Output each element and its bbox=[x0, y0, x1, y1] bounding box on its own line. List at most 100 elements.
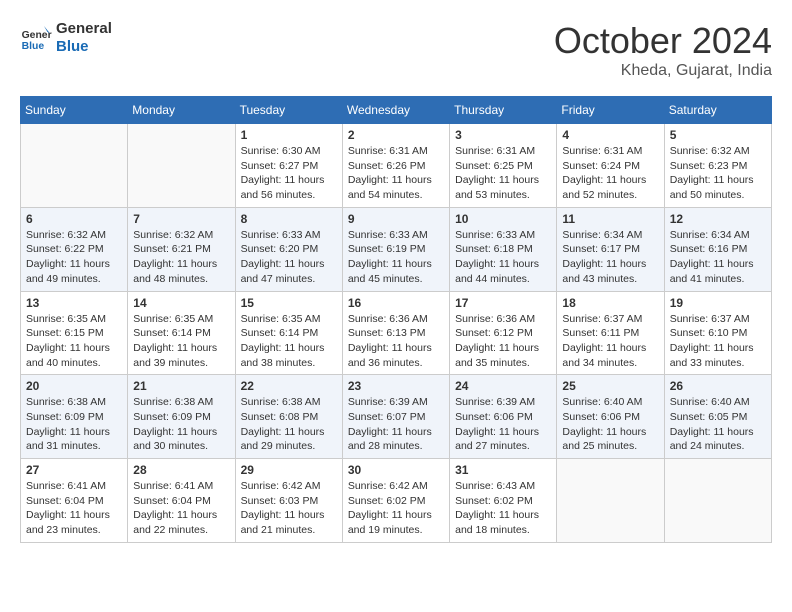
logo-general: General bbox=[56, 20, 112, 38]
calendar-cell: 17Sunrise: 6:36 AMSunset: 6:12 PMDayligh… bbox=[450, 291, 557, 375]
day-number: 7 bbox=[133, 212, 229, 226]
calendar-cell: 11 Sunrise: 6:34 AMSunset: 6:17 PMDayligh… bbox=[557, 207, 664, 291]
day-number: 11 bbox=[562, 212, 658, 226]
day-number: 12 bbox=[670, 212, 766, 226]
day-number: 8 bbox=[241, 212, 337, 226]
calendar-cell: 30 Sunrise: 6:42 AMSunset: 6:02 PMDayligh… bbox=[342, 459, 449, 543]
calendar-cell: 6 Sunrise: 6:32 AMSunset: 6:22 PMDaylight… bbox=[21, 207, 128, 291]
weekday-header-thursday: Thursday bbox=[450, 97, 557, 124]
day-info: Sunrise: 6:31 AMSunset: 6:24 PMDaylight:… bbox=[562, 144, 658, 203]
calendar-cell: 10 Sunrise: 6:33 AMSunset: 6:18 PMDayligh… bbox=[450, 207, 557, 291]
day-info: Sunrise: 6:35 AMSunset: 6:14 PMDaylight:… bbox=[241, 312, 337, 371]
day-number: 27 bbox=[26, 463, 122, 477]
weekday-header-friday: Friday bbox=[557, 97, 664, 124]
weekday-header-sunday: Sunday bbox=[21, 97, 128, 124]
week-row-1: 1 Sunrise: 6:30 AMSunset: 6:27 PMDaylight… bbox=[21, 124, 772, 208]
calendar-cell: 7Sunrise: 6:32 AMSunset: 6:21 PMDaylight… bbox=[128, 207, 235, 291]
day-number: 16 bbox=[348, 296, 444, 310]
weekday-header-saturday: Saturday bbox=[664, 97, 771, 124]
svg-text:Blue: Blue bbox=[22, 41, 45, 52]
day-info: Sunrise: 6:32 AMSunset: 6:22 PMDaylight:… bbox=[26, 228, 122, 287]
day-number: 23 bbox=[348, 379, 444, 393]
day-info: Sunrise: 6:36 AMSunset: 6:13 PMDaylight:… bbox=[348, 312, 444, 371]
calendar-cell: 29 Sunrise: 6:42 AMSunset: 6:03 PMDayligh… bbox=[235, 459, 342, 543]
month-title: October 2024 bbox=[554, 20, 772, 62]
day-info: Sunrise: 6:33 AMSunset: 6:20 PMDaylight:… bbox=[241, 228, 337, 287]
day-info: Sunrise: 6:33 AMSunset: 6:18 PMDaylight:… bbox=[455, 228, 551, 287]
calendar-cell: 21 Sunrise: 6:38 AMSunset: 6:09 PMDayligh… bbox=[128, 375, 235, 459]
day-info: Sunrise: 6:30 AMSunset: 6:27 PMDaylight:… bbox=[241, 144, 337, 203]
calendar-cell: 15 Sunrise: 6:35 AMSunset: 6:14 PMDayligh… bbox=[235, 291, 342, 375]
day-number: 21 bbox=[133, 379, 229, 393]
calendar-cell: 19 Sunrise: 6:37 AMSunset: 6:10 PMDayligh… bbox=[664, 291, 771, 375]
calendar-cell: 23Sunrise: 6:39 AMSunset: 6:07 PMDayligh… bbox=[342, 375, 449, 459]
calendar-cell: 5Sunrise: 6:32 AMSunset: 6:23 PMDaylight… bbox=[664, 124, 771, 208]
calendar-cell: 12 Sunrise: 6:34 AMSunset: 6:16 PMDayligh… bbox=[664, 207, 771, 291]
day-info: Sunrise: 6:38 AMSunset: 6:08 PMDaylight:… bbox=[241, 395, 337, 454]
day-number: 4 bbox=[562, 128, 658, 142]
day-number: 19 bbox=[670, 296, 766, 310]
day-info: Sunrise: 6:37 AMSunset: 6:11 PMDaylight:… bbox=[562, 312, 658, 371]
calendar-cell: 18 Sunrise: 6:37 AMSunset: 6:11 PMDayligh… bbox=[557, 291, 664, 375]
calendar-cell: 20 Sunrise: 6:38 AMSunset: 6:09 PMDayligh… bbox=[21, 375, 128, 459]
day-number: 2 bbox=[348, 128, 444, 142]
calendar-cell: 8 Sunrise: 6:33 AMSunset: 6:20 PMDaylight… bbox=[235, 207, 342, 291]
day-info: Sunrise: 6:37 AMSunset: 6:10 PMDaylight:… bbox=[670, 312, 766, 371]
day-info: Sunrise: 6:32 AMSunset: 6:23 PMDaylight:… bbox=[670, 144, 766, 203]
logo: General Blue General Blue bbox=[20, 20, 112, 56]
day-number: 15 bbox=[241, 296, 337, 310]
day-number: 29 bbox=[241, 463, 337, 477]
weekday-header-tuesday: Tuesday bbox=[235, 97, 342, 124]
weekday-header-wednesday: Wednesday bbox=[342, 97, 449, 124]
day-info: Sunrise: 6:42 AMSunset: 6:03 PMDaylight:… bbox=[241, 479, 337, 538]
day-info: Sunrise: 6:41 AMSunset: 6:04 PMDaylight:… bbox=[133, 479, 229, 538]
calendar-cell bbox=[557, 459, 664, 543]
day-info: Sunrise: 6:40 AMSunset: 6:05 PMDaylight:… bbox=[670, 395, 766, 454]
calendar-cell: 31Sunrise: 6:43 AMSunset: 6:02 PMDayligh… bbox=[450, 459, 557, 543]
logo-blue: Blue bbox=[56, 38, 112, 56]
calendar-cell: 3 Sunrise: 6:31 AMSunset: 6:25 PMDaylight… bbox=[450, 124, 557, 208]
day-number: 14 bbox=[133, 296, 229, 310]
day-number: 13 bbox=[26, 296, 122, 310]
day-number: 30 bbox=[348, 463, 444, 477]
title-section: October 2024 Kheda, Gujarat, India bbox=[554, 20, 772, 80]
day-info: Sunrise: 6:34 AMSunset: 6:17 PMDaylight:… bbox=[562, 228, 658, 287]
day-number: 17 bbox=[455, 296, 551, 310]
day-number: 6 bbox=[26, 212, 122, 226]
day-info: Sunrise: 6:31 AMSunset: 6:25 PMDaylight:… bbox=[455, 144, 551, 203]
day-info: Sunrise: 6:39 AMSunset: 6:06 PMDaylight:… bbox=[455, 395, 551, 454]
day-number: 26 bbox=[670, 379, 766, 393]
calendar-cell: 16 Sunrise: 6:36 AMSunset: 6:13 PMDayligh… bbox=[342, 291, 449, 375]
week-row-4: 20 Sunrise: 6:38 AMSunset: 6:09 PMDayligh… bbox=[21, 375, 772, 459]
calendar-cell: 14Sunrise: 6:35 AMSunset: 6:14 PMDayligh… bbox=[128, 291, 235, 375]
calendar-table: SundayMondayTuesdayWednesdayThursdayFrid… bbox=[20, 96, 772, 543]
day-number: 20 bbox=[26, 379, 122, 393]
day-number: 9 bbox=[348, 212, 444, 226]
day-number: 10 bbox=[455, 212, 551, 226]
day-number: 1 bbox=[241, 128, 337, 142]
calendar-cell bbox=[128, 124, 235, 208]
day-number: 24 bbox=[455, 379, 551, 393]
day-number: 3 bbox=[455, 128, 551, 142]
day-info: Sunrise: 6:43 AMSunset: 6:02 PMDaylight:… bbox=[455, 479, 551, 538]
week-row-3: 13 Sunrise: 6:35 AMSunset: 6:15 PMDayligh… bbox=[21, 291, 772, 375]
weekday-header-monday: Monday bbox=[128, 97, 235, 124]
location: Kheda, Gujarat, India bbox=[554, 62, 772, 80]
calendar-cell: 26 Sunrise: 6:40 AMSunset: 6:05 PMDayligh… bbox=[664, 375, 771, 459]
calendar-cell: 13 Sunrise: 6:35 AMSunset: 6:15 PMDayligh… bbox=[21, 291, 128, 375]
calendar-cell: 25Sunrise: 6:40 AMSunset: 6:06 PMDayligh… bbox=[557, 375, 664, 459]
day-number: 18 bbox=[562, 296, 658, 310]
day-info: Sunrise: 6:38 AMSunset: 6:09 PMDaylight:… bbox=[26, 395, 122, 454]
calendar-cell: 22Sunrise: 6:38 AMSunset: 6:08 PMDayligh… bbox=[235, 375, 342, 459]
day-info: Sunrise: 6:35 AMSunset: 6:15 PMDaylight:… bbox=[26, 312, 122, 371]
week-row-2: 6 Sunrise: 6:32 AMSunset: 6:22 PMDaylight… bbox=[21, 207, 772, 291]
day-info: Sunrise: 6:34 AMSunset: 6:16 PMDaylight:… bbox=[670, 228, 766, 287]
calendar-cell: 4 Sunrise: 6:31 AMSunset: 6:24 PMDaylight… bbox=[557, 124, 664, 208]
day-info: Sunrise: 6:38 AMSunset: 6:09 PMDaylight:… bbox=[133, 395, 229, 454]
day-info: Sunrise: 6:42 AMSunset: 6:02 PMDaylight:… bbox=[348, 479, 444, 538]
week-row-5: 27 Sunrise: 6:41 AMSunset: 6:04 PMDayligh… bbox=[21, 459, 772, 543]
logo-icon: General Blue bbox=[20, 22, 52, 54]
calendar-cell: 9Sunrise: 6:33 AMSunset: 6:19 PMDaylight… bbox=[342, 207, 449, 291]
calendar-cell bbox=[21, 124, 128, 208]
calendar-cell: 27Sunrise: 6:41 AMSunset: 6:04 PMDayligh… bbox=[21, 459, 128, 543]
